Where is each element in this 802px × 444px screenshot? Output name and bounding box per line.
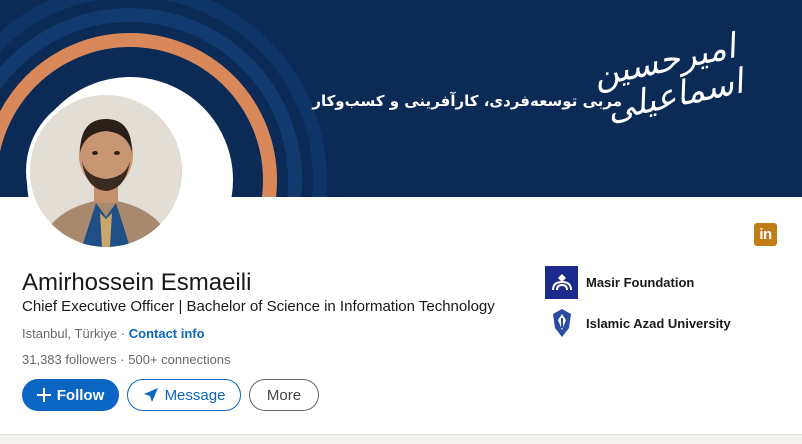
islamic-azad-university-logo <box>545 307 578 340</box>
profile-location: Istanbul, Türkiye <box>22 326 118 341</box>
org-item-masir-foundation[interactable]: Masir Foundation <box>545 265 731 299</box>
location-row: Istanbul, Türkiye · Contact info <box>22 326 205 341</box>
connections-count[interactable]: 500+ connections <box>128 352 230 367</box>
separator-dot: · <box>120 352 125 367</box>
followers-count: 31,383 followers <box>22 352 117 367</box>
plus-icon <box>36 388 51 402</box>
avatar[interactable] <box>26 91 186 251</box>
follow-button[interactable]: Follow <box>22 379 119 411</box>
follow-label: Follow <box>56 386 105 404</box>
masir-foundation-logo <box>545 265 578 299</box>
profile-card: مربی توسعه‌فردی، کارآفرینی و کسب‌وکار ام… <box>0 0 802 435</box>
profile-name: Amirhossein Esmaeili <box>22 269 252 296</box>
contact-info-link[interactable]: Contact info <box>129 326 205 341</box>
avatar-photo <box>30 95 182 247</box>
more-button[interactable]: More <box>249 379 319 411</box>
org-name: Islamic Azad University <box>586 315 731 331</box>
linkedin-icon[interactable]: in <box>754 223 777 246</box>
message-label: Message <box>164 386 226 404</box>
org-name: Masir Foundation <box>586 274 695 290</box>
stats-row: 31,383 followers · 500+ connections <box>22 352 231 367</box>
banner-tagline: مربی توسعه‌فردی، کارآفرینی و کسب‌وکار <box>312 92 622 110</box>
organizations-list: Masir Foundation Islamic Azad University <box>545 265 731 347</box>
more-label: More <box>266 386 302 404</box>
send-icon <box>143 387 159 403</box>
profile-actions: Follow Message More <box>22 379 319 411</box>
profile-headline: Chief Executive Officer | Bachelor of Sc… <box>22 298 495 315</box>
message-button[interactable]: Message <box>127 379 241 411</box>
separator-dot: · <box>120 326 126 341</box>
org-item-islamic-azad-university[interactable]: Islamic Azad University <box>545 306 731 340</box>
